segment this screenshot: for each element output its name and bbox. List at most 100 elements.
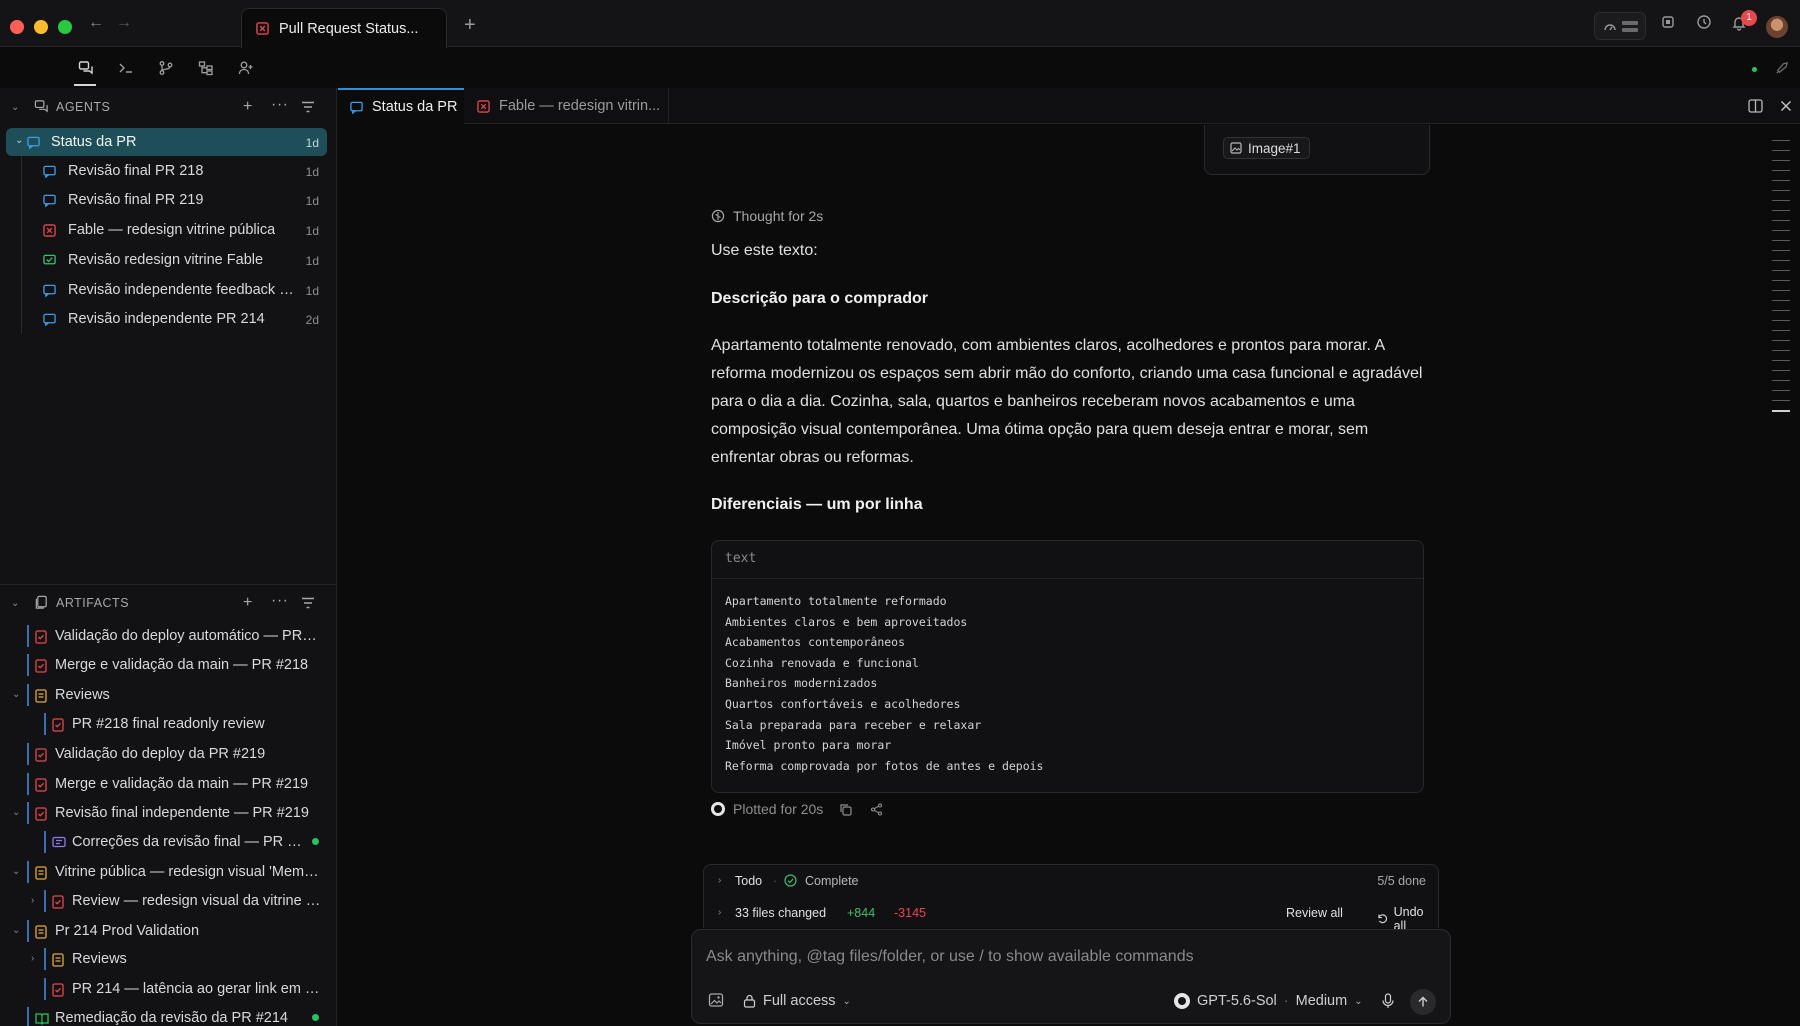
access-label: Full access	[763, 993, 836, 1009]
todo-row[interactable]: › Todo · Complete 5/5 done	[704, 865, 1438, 897]
chat-composer: Full access ⌄ GPT-5.6-Sol · Medium ⌄	[691, 929, 1451, 1024]
chevron-down-icon: ⌄	[842, 995, 851, 1007]
artifacts-section-header[interactable]: ⌄ ARTIFACTS + ···	[0, 586, 337, 620]
artifact-folder[interactable]: ⌄ Pr 214 Prod Validation	[0, 917, 330, 945]
chevron-right-icon[interactable]: ›	[31, 895, 34, 906]
agent-item[interactable]: Revisão independente PR 214 2d	[6, 305, 327, 333]
files-changed-row[interactable]: › 33 files changed +844 -3145 Review all…	[704, 897, 1438, 933]
code-line: Sala preparada para receber e relaxar	[725, 717, 982, 732]
chevron-down-icon[interactable]: ⌄	[12, 925, 20, 936]
close-window-button[interactable]	[10, 20, 24, 34]
artifact-item[interactable]: Validação do deploy da PR #219	[0, 740, 330, 768]
agents-section-header[interactable]: ⌄ AGENTS + ···	[0, 90, 337, 124]
filter-icon[interactable]	[301, 101, 315, 113]
artifact-item[interactable]: Merge e validação da main — PR #218	[0, 651, 330, 679]
git-branch-icon[interactable]	[157, 59, 175, 77]
usage-meter-button[interactable]	[1594, 12, 1646, 40]
split-view-icon[interactable]	[1748, 99, 1763, 113]
review-all-button[interactable]: Review all	[1286, 906, 1343, 920]
window-tab-title: Pull Request Status...	[279, 20, 419, 37]
artifact-folder[interactable]: ⌄ Reviews	[0, 681, 330, 709]
image-chip[interactable]: Image#1	[1223, 137, 1310, 159]
agent-item[interactable]: Revisão independente feedback pu... 1d	[6, 276, 327, 304]
agent-item-label: Revisão final PR 218	[68, 163, 204, 179]
chevron-down-icon[interactable]: ⌄	[12, 689, 20, 700]
attach-image-icon[interactable]	[708, 992, 724, 1008]
copy-icon[interactable]	[839, 803, 852, 816]
artifact-item[interactable]: PR #218 final readonly review	[0, 710, 330, 738]
code-line: Apartamento totalmente reformado	[725, 594, 947, 608]
filter-icon[interactable]	[301, 597, 315, 609]
back-arrow-icon[interactable]: ←	[88, 14, 104, 32]
rocket-icon[interactable]	[1774, 61, 1789, 76]
tab-fable-redesign[interactable]: Fable — redesign vitrin...	[465, 88, 669, 124]
scrollbar[interactable]	[1790, 600, 1798, 660]
artifact-item[interactable]: ⌄ Revisão final independente — PR #219	[0, 799, 330, 827]
agent-item[interactable]: Revisão final PR 219 1d	[6, 186, 327, 214]
agent-item-label: Fable — redesign vitrine pública	[68, 222, 276, 238]
minimize-window-button[interactable]	[34, 20, 48, 34]
history-icon[interactable]	[1696, 14, 1712, 30]
scroll-minimap[interactable]	[1770, 140, 1792, 430]
check-chat-icon	[43, 254, 56, 265]
chevron-right-icon[interactable]: ›	[718, 907, 721, 918]
message-paragraph: Apartamento totalmente renovado, com amb…	[711, 337, 1423, 466]
microphone-icon[interactable]	[1381, 993, 1395, 1009]
agent-item[interactable]: ⌄ Status da PR 1d	[6, 128, 327, 156]
artifact-item[interactable]: Remediação da revisão da PR #214	[0, 1004, 330, 1026]
check-circle-icon	[784, 874, 797, 887]
folder-yellow-icon	[35, 866, 47, 880]
window-tab-active[interactable]: Pull Request Status...	[241, 8, 447, 48]
document-red-icon	[35, 630, 47, 644]
add-artifact-plus-icon[interactable]: +	[243, 594, 253, 612]
artifact-folder[interactable]: ⌄ Vitrine pública — redesign visual 'Mem…	[0, 858, 330, 886]
chevron-right-icon[interactable]: ›	[718, 875, 721, 886]
chevron-right-icon[interactable]: ›	[31, 953, 34, 964]
artifact-item[interactable]: Validação do deploy automático — PR #...	[0, 622, 330, 650]
thought-indicator[interactable]: Thought for 2s	[711, 208, 823, 224]
chevron-down-icon[interactable]: ⌄	[12, 807, 20, 818]
artifact-item[interactable]: › Review — redesign visual da vitrine pú…	[0, 887, 330, 915]
tab-status-da-pr[interactable]: Status da PR	[338, 88, 464, 124]
add-user-icon[interactable]	[237, 59, 255, 77]
agent-item[interactable]: Revisão redesign vitrine Fable 1d	[6, 246, 327, 274]
document-red-icon	[52, 895, 64, 909]
chevron-down-icon[interactable]: ⌄	[15, 135, 23, 146]
file-tree-icon[interactable]	[197, 59, 215, 77]
send-button[interactable]	[1410, 989, 1436, 1015]
close-icon[interactable]	[1780, 100, 1792, 112]
artifact-item-label: Correções da revisão final — PR #219	[72, 834, 304, 850]
document-red-icon	[35, 778, 47, 792]
maximize-window-button[interactable]	[58, 20, 72, 34]
chevron-down-icon[interactable]: ⌄	[11, 102, 20, 113]
share-icon[interactable]	[870, 802, 883, 816]
artifact-item[interactable]: Correções da revisão final — PR #219	[0, 828, 330, 856]
plotted-indicator: Plotted for 20s	[711, 797, 883, 821]
agent-item[interactable]: Revisão final PR 218 1d	[6, 157, 327, 185]
code-block-divider	[712, 578, 1423, 579]
chip-icon[interactable]	[1660, 14, 1676, 30]
agent-item-label: Revisão redesign vitrine Fable	[68, 252, 264, 268]
add-agent-plus-icon[interactable]: +	[243, 98, 253, 116]
book-green-icon	[35, 1013, 49, 1025]
artifact-item[interactable]: Merge e validação da main — PR #219	[0, 770, 330, 798]
chevron-down-icon[interactable]: ⌄	[12, 866, 20, 877]
status-dot-green	[312, 1014, 319, 1021]
artifact-item[interactable]: PR 214 — latência ao gerar link em pro..…	[0, 975, 330, 1003]
new-tab-plus-icon[interactable]: +	[464, 14, 476, 37]
terminal-icon[interactable]	[117, 59, 135, 77]
agent-item[interactable]: Fable — redesign vitrine pública 1d	[6, 216, 327, 244]
chat-bubbles-icon[interactable]	[77, 59, 95, 77]
chevron-down-icon[interactable]: ⌄	[11, 598, 20, 609]
minimap-line	[1772, 360, 1790, 361]
more-options-icon[interactable]: ···	[271, 96, 288, 114]
artifact-folder[interactable]: › Reviews	[0, 945, 330, 973]
avatar[interactable]	[1766, 16, 1788, 38]
chat-input[interactable]	[706, 945, 1426, 969]
more-options-icon[interactable]: ···	[271, 592, 288, 610]
access-dropdown[interactable]: Full access ⌄	[743, 990, 851, 1012]
model-selector[interactable]: GPT-5.6-Sol · Medium ⌄	[1174, 990, 1363, 1012]
message-heading-features: Diferenciais — um por linha	[711, 496, 923, 513]
forward-arrow-icon[interactable]: →	[116, 14, 132, 32]
code-block: text Apartamento totalmente reformado Amb…	[711, 540, 1424, 793]
